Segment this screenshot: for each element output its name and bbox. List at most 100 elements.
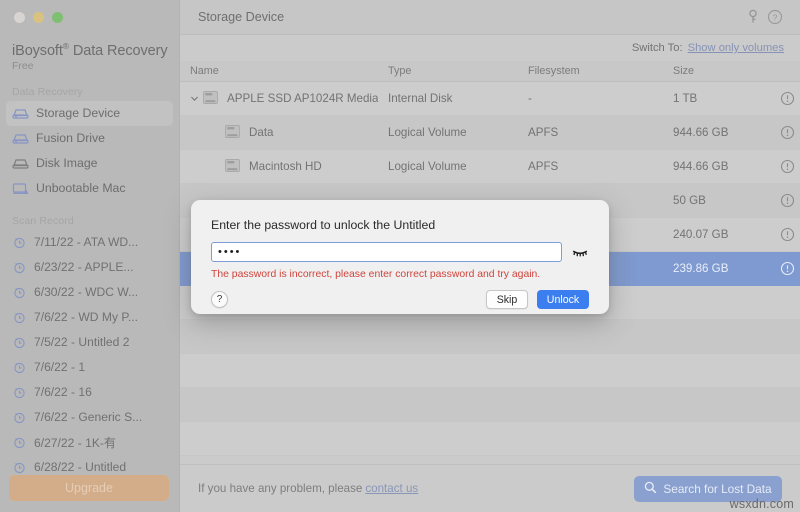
unlock-button[interactable]: Unlock (537, 290, 589, 309)
cell-size: 50 GB (673, 194, 706, 207)
info-circle-icon[interactable] (768, 91, 800, 106)
watermark-text: wsxdn.com (729, 497, 794, 511)
help-circle-icon[interactable]: ? (764, 6, 786, 28)
scan-record-item[interactable]: 7/6/22 - WD My P... (6, 305, 173, 330)
brand-suffix: Data Recovery (68, 42, 168, 59)
scan-record-item[interactable]: 6/30/22 - WDC W... (6, 280, 173, 305)
main-titlebar: Storage Device ? (180, 0, 800, 35)
scan-record-item[interactable]: 6/23/22 - APPLE... (6, 255, 173, 280)
show-only-volumes-link[interactable]: Show only volumes (688, 42, 784, 54)
scan-record-label: 7/11/22 - ATA WD... (34, 235, 139, 250)
disk-icon (223, 122, 249, 144)
key-icon[interactable] (742, 6, 764, 28)
skip-button[interactable]: Skip (486, 290, 528, 309)
row-name-label: Macintosh HD (249, 160, 322, 173)
footer-bar: If you have any problem, please contact … (180, 464, 800, 512)
plan-label: Free (12, 59, 34, 72)
history-clock-icon (12, 435, 27, 449)
info-circle-icon[interactable] (768, 159, 800, 174)
sidebar-item-unbootable-mac[interactable]: Unbootable Mac (6, 176, 173, 201)
switch-to-label: Switch To: (631, 42, 683, 54)
scan-record-label: 6/30/22 - WDC W... (34, 285, 139, 300)
scan-record-item[interactable]: 7/6/22 - 1 (6, 355, 173, 380)
history-clock-icon (12, 285, 27, 299)
info-circle-icon[interactable] (768, 125, 800, 140)
minimize-window-button[interactable] (33, 12, 44, 23)
app-window: iBoysoft® Data Recovery Free Data Recove… (0, 0, 800, 512)
history-clock-icon (12, 310, 27, 324)
cell-name: APPLE SSD AP1024R Media (180, 88, 388, 110)
column-header-type[interactable]: Type (388, 65, 528, 77)
scan-record-label: 6/27/22 - 1K-有 (34, 435, 117, 450)
storage-device-icon (12, 106, 29, 121)
traffic-lights (0, 0, 179, 23)
magnifier-icon (644, 481, 657, 497)
table-row-empty (180, 320, 800, 354)
table-header-row: Name Type Filesystem Size (180, 61, 800, 82)
scan-record-label: 7/6/22 - 1 (34, 360, 86, 375)
scan-record-label: 7/5/22 - Untitled 2 (34, 335, 130, 350)
sidebar-item-disk-image[interactable]: Disk Image (6, 151, 173, 176)
table-row[interactable]: APPLE SSD AP1024R Media Internal Disk - 1 T… (180, 82, 800, 116)
column-header-name[interactable]: Name (180, 65, 388, 77)
info-circle-icon[interactable] (768, 227, 800, 242)
chevron-down-icon[interactable] (188, 94, 201, 103)
disk-icon (201, 88, 227, 110)
table-row-empty (180, 388, 800, 422)
sidebar-item-label: Unbootable Mac (36, 181, 126, 196)
scan-record-label: 7/6/22 - WD My P... (34, 310, 138, 325)
cell-filesystem: APFS (528, 126, 559, 139)
scan-record-item[interactable]: 7/6/22 - Generic S... (6, 405, 173, 430)
sidebar-item-label: Fusion Drive (36, 131, 106, 146)
switch-to-bar: Switch To: Show only volumes (180, 35, 800, 61)
history-clock-icon (12, 260, 27, 274)
scan-record-item[interactable]: 6/27/22 - 1K-有 (6, 430, 173, 455)
cell-size: 1 TB (673, 92, 698, 105)
history-clock-icon (12, 410, 27, 424)
brand-name: iBoysoft (12, 42, 63, 59)
page-title: Storage Device (198, 10, 285, 24)
row-name-label: APPLE SSD AP1024R Media (227, 92, 379, 105)
close-window-button[interactable] (14, 12, 25, 23)
eye-closed-icon[interactable] (571, 244, 589, 260)
maximize-window-button[interactable] (52, 12, 63, 23)
cell-name: Data (180, 122, 388, 144)
dialog-actions: ? Skip Unlock (211, 290, 589, 309)
cell-type: Internal Disk (388, 92, 453, 105)
column-header-size[interactable]: Size (673, 65, 768, 77)
table-row[interactable]: Data Logical Volume APFS 944.66 GB (180, 116, 800, 150)
row-name-label: Data (249, 126, 274, 139)
contact-us-link[interactable]: contact us (365, 482, 418, 495)
disk-image-icon (12, 156, 29, 171)
column-header-filesystem[interactable]: Filesystem (528, 65, 673, 77)
scan-record-item[interactable]: 7/6/22 - 16 (6, 380, 173, 405)
scan-record-item[interactable]: 7/5/22 - Untitled 2 (6, 330, 173, 355)
fusion-drive-icon (12, 131, 29, 146)
sidebar-item-storage-device[interactable]: Storage Device (6, 100, 173, 126)
table-row-empty (180, 422, 800, 456)
info-circle-icon[interactable] (768, 261, 800, 276)
scan-record-list: 7/11/22 - ATA WD... 6/23/22 - APPLE... 6/3… (0, 230, 179, 480)
password-input[interactable]: •••• (211, 242, 562, 262)
info-circle-icon[interactable] (768, 193, 800, 208)
table-row[interactable]: Macintosh HD Logical Volume APFS 944.66 GB (180, 150, 800, 184)
cell-type: Logical Volume (388, 126, 467, 139)
cell-filesystem: - (528, 92, 532, 105)
scan-record-label: 6/23/22 - APPLE... (34, 260, 134, 275)
sidebar: iBoysoft® Data Recovery Free Data Recove… (0, 0, 180, 512)
upgrade-button[interactable]: Upgrade (9, 475, 169, 501)
history-clock-icon (12, 360, 27, 374)
section-label-scan-record: Scan Record (12, 214, 74, 227)
history-clock-icon (12, 335, 27, 349)
sidebar-item-label: Disk Image (36, 156, 98, 171)
section-label-data-recovery: Data Recovery (12, 85, 83, 98)
cell-size: 944.66 GB (673, 126, 729, 139)
cell-filesystem: APFS (528, 160, 559, 173)
password-row: •••• (211, 242, 589, 262)
sidebar-item-fusion-drive[interactable]: Fusion Drive (6, 126, 173, 151)
dialog-help-button[interactable]: ? (211, 291, 228, 308)
password-error-message: The password is incorrect, please enter … (211, 269, 541, 280)
scan-record-item[interactable]: 7/11/22 - ATA WD... (6, 230, 173, 255)
cell-type: Logical Volume (388, 160, 467, 173)
history-clock-icon (12, 460, 27, 474)
